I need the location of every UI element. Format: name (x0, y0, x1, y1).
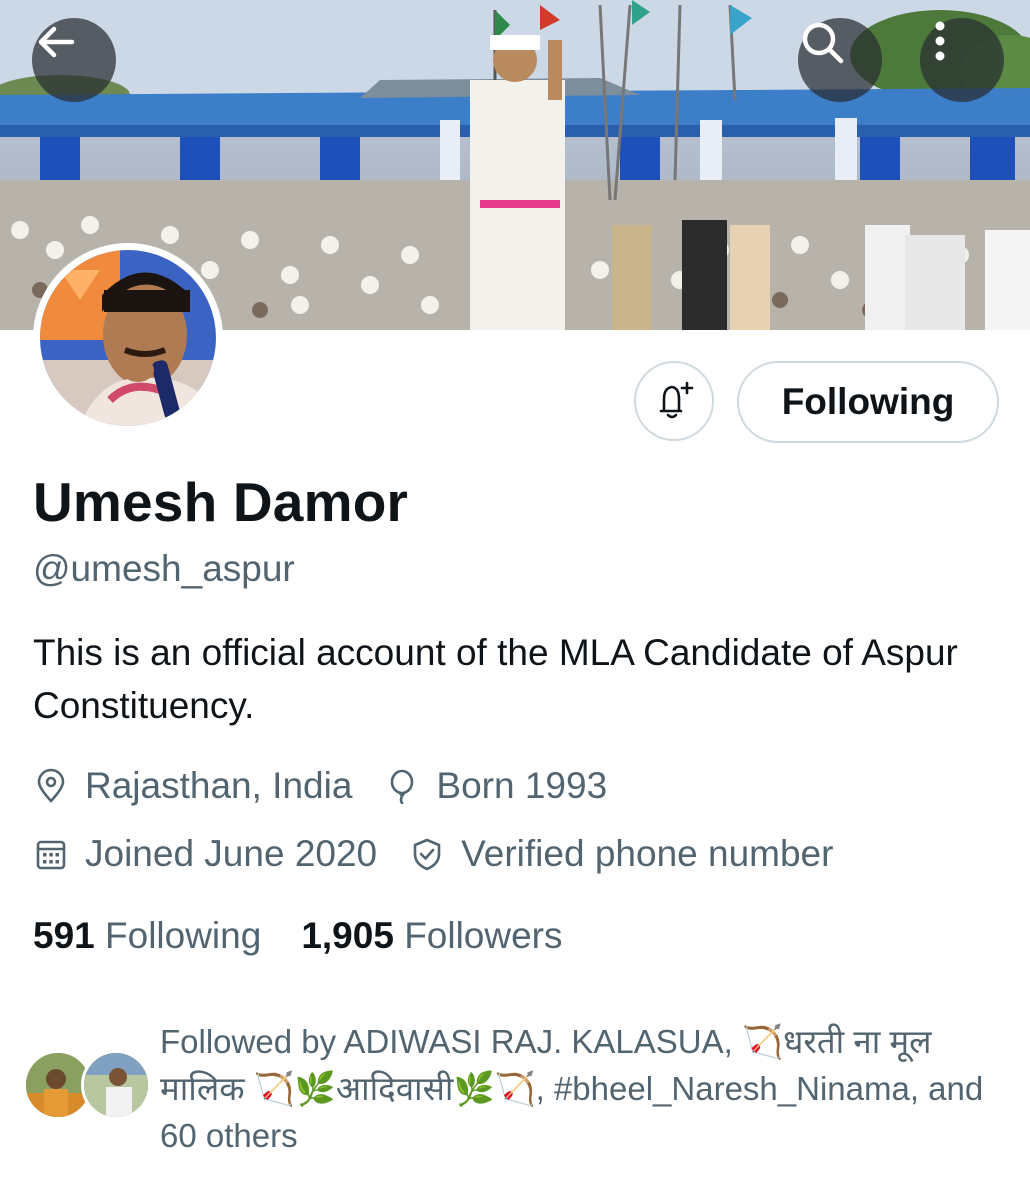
bell-plus-icon (659, 381, 694, 419)
following-stat[interactable]: 591 Following (33, 915, 261, 957)
avatar (81, 1050, 151, 1120)
calendar-icon (33, 836, 69, 872)
profile-meta-row: Joined June 2020 Verified phone number (33, 833, 865, 875)
location-pin-icon (33, 768, 69, 804)
balloon-icon (384, 768, 420, 804)
followers-count: 1,905 (301, 915, 405, 956)
back-button[interactable] (32, 18, 116, 102)
following-count: 591 (33, 915, 106, 956)
following-button[interactable]: Following (737, 361, 999, 443)
avatar-image (40, 250, 216, 426)
following-label: Following (105, 915, 262, 956)
verified-phone-item[interactable]: Verified phone number (409, 833, 833, 875)
arrow-left-icon (38, 26, 75, 58)
followed-by-text[interactable]: Followed by ADIWASI RAJ. KALASUA, 🏹धरती … (160, 1018, 1000, 1159)
profile-meta-row: Rajasthan, India Born 1993 (33, 765, 639, 807)
location-text: Rajasthan, India (85, 765, 353, 806)
joined-text: Joined June 2020 (85, 833, 378, 874)
birthday-item: Born 1993 (384, 765, 607, 807)
notifications-button[interactable] (634, 361, 714, 441)
follow-stats: 591 Following 1,905 Followers (33, 915, 603, 957)
search-button[interactable] (798, 18, 882, 102)
more-vertical-icon (935, 21, 945, 61)
followers-label: Followers (404, 915, 563, 956)
followed-by-avatars[interactable] (23, 1050, 153, 1120)
location-item: Rajasthan, India (33, 765, 352, 807)
profile-bio: This is an official account of the MLA C… (33, 632, 958, 726)
birthday-text: Born 1993 (436, 765, 608, 806)
more-options-button[interactable] (920, 18, 1004, 102)
shield-check-icon (409, 836, 445, 872)
verified-phone-text: Verified phone number (461, 833, 834, 874)
profile-avatar[interactable] (33, 243, 223, 433)
profile-name: Umesh Damor (33, 471, 409, 533)
joined-item: Joined June 2020 (33, 833, 377, 875)
profile-handle: @umesh_aspur (33, 548, 295, 589)
search-icon (802, 22, 844, 64)
followers-stat[interactable]: 1,905 Followers (301, 915, 562, 957)
